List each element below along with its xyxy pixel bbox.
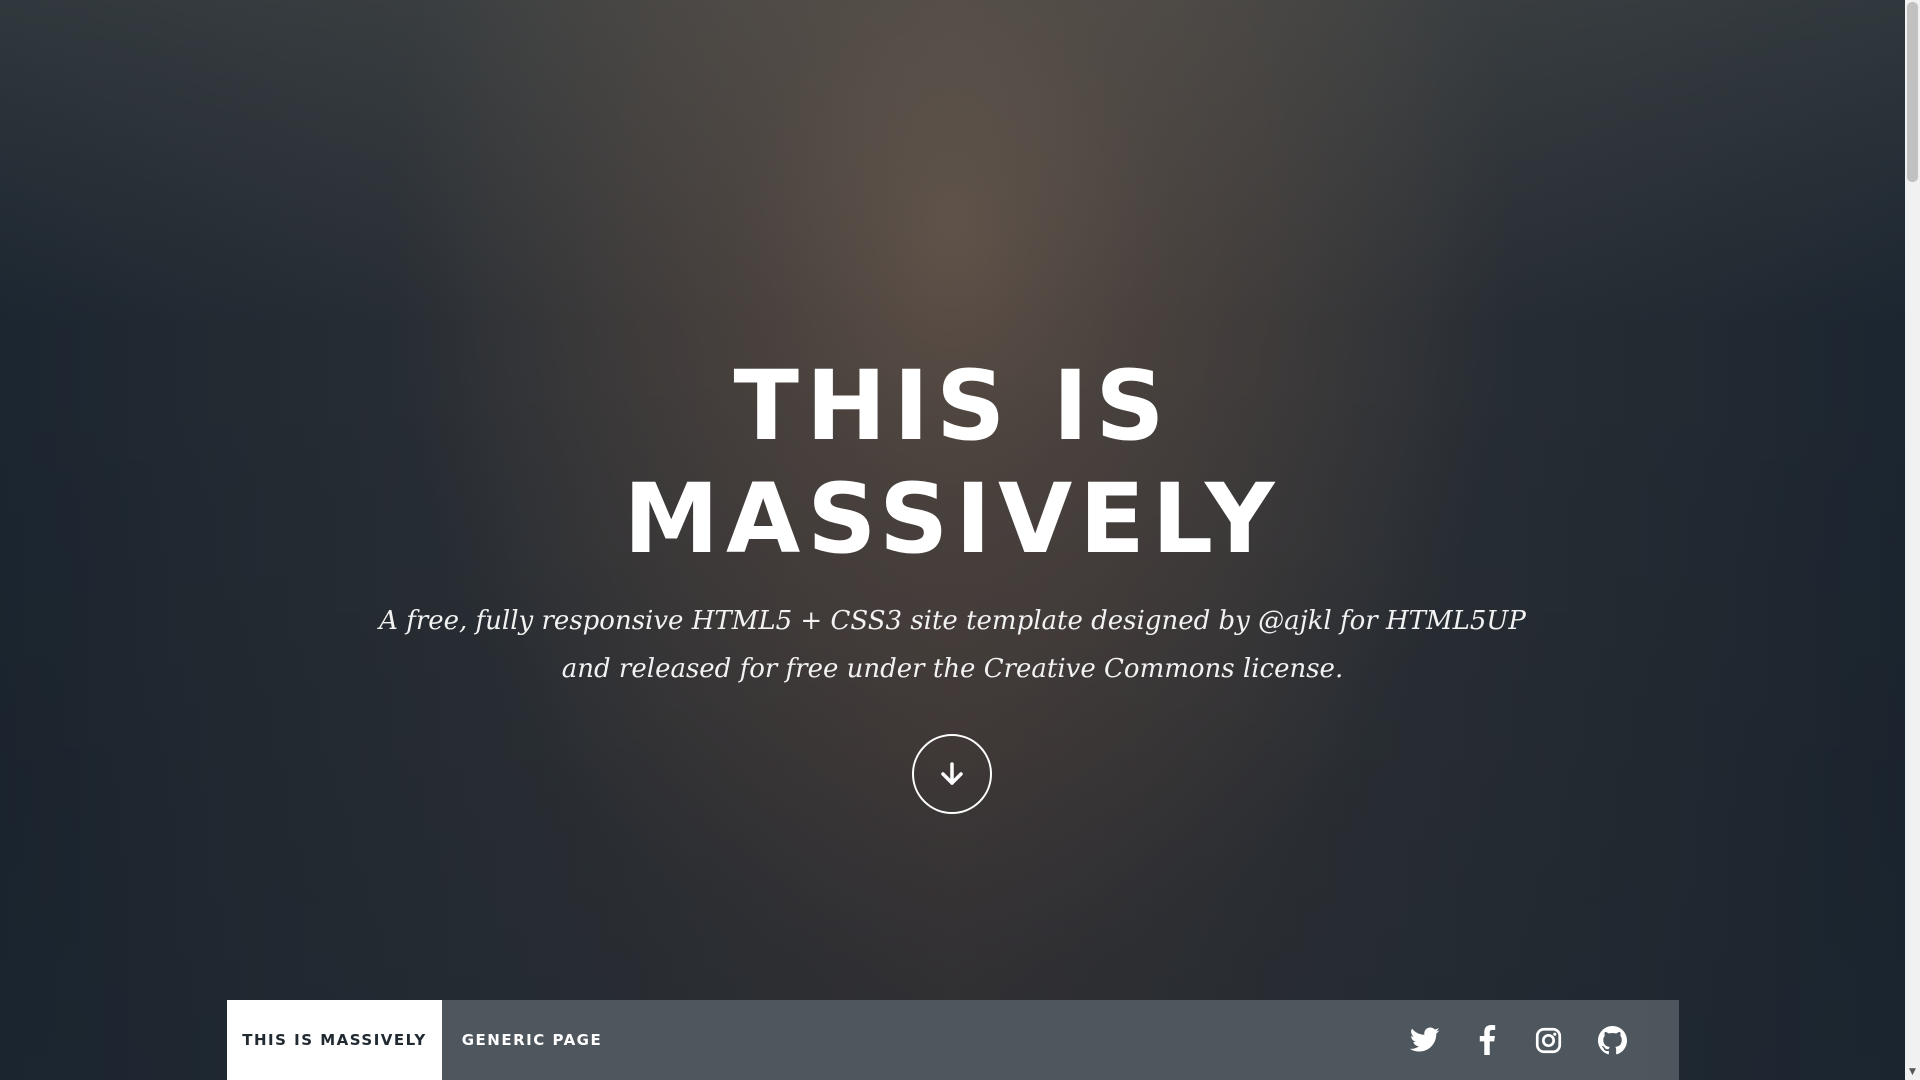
title-line-1: THIS IS — [733, 350, 1172, 462]
scrollbar-thumb[interactable] — [1907, 2, 1918, 182]
github-icon — [1597, 1025, 1627, 1054]
github-link[interactable] — [1592, 1000, 1632, 1080]
nav-tab-generic-page[interactable]: GENERIC PAGE — [442, 1000, 622, 1080]
facebook-icon — [1479, 1025, 1496, 1055]
vertical-scrollbar[interactable]: ▼ — [1905, 0, 1920, 1080]
instagram-icon — [1535, 1027, 1561, 1053]
page-title: THIS IS MASSIVELY — [0, 350, 1905, 576]
scroll-down-arrow-icon[interactable]: ▼ — [1905, 1065, 1920, 1080]
subtitle-line-2: and released for free under the Creative… — [561, 654, 1344, 684]
arrow-down-icon — [941, 762, 963, 785]
hero-subtitle: A free, fully responsive HTML5 + CSS3 si… — [0, 597, 1905, 693]
nav-tab-this-is-massively[interactable]: THIS IS MASSIVELY — [227, 1000, 442, 1080]
scroll-down-button[interactable] — [912, 734, 992, 814]
subtitle-line-1: A free, fully responsive HTML5 + CSS3 si… — [379, 606, 1526, 636]
twitter-link[interactable] — [1405, 1000, 1445, 1080]
facebook-link[interactable] — [1467, 1000, 1507, 1080]
hero-section: THIS IS MASSIVELY A free, fully responsi… — [0, 0, 1905, 1080]
title-line-2: MASSIVELY — [623, 463, 1282, 575]
twitter-icon — [1410, 1027, 1440, 1052]
main-nav: THIS IS MASSIVELY GENERIC PAGE — [227, 1000, 1679, 1080]
instagram-link[interactable] — [1528, 1000, 1568, 1080]
